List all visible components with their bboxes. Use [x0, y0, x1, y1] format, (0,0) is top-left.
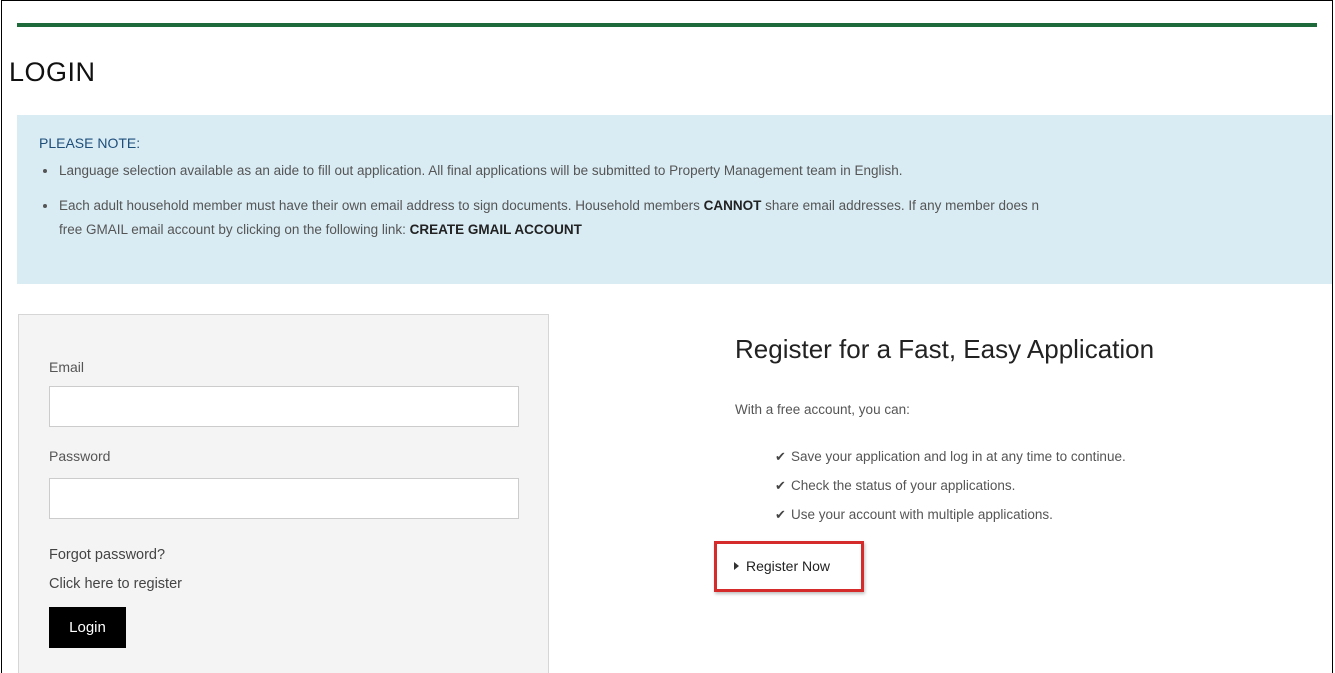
benefit-item: ✔ Save your application and log in at any… [775, 442, 1126, 471]
notice-item-text: Language selection available as an aide … [59, 163, 903, 178]
page-title: LOGIN [9, 57, 96, 87]
check-icon: ✔ [775, 478, 786, 493]
notice-item-email: Each adult household member must have th… [37, 194, 1039, 242]
notice-heading: PLEASE NOTE: [39, 135, 141, 151]
email-label: Email [49, 359, 85, 375]
register-heading: Register for a Fast, Easy Application [735, 334, 1155, 364]
forgot-password-link[interactable]: Forgot password? [49, 547, 165, 563]
password-label: Password [49, 448, 111, 464]
benefit-list: ✔ Save your application and log in at any… [775, 442, 1126, 529]
create-gmail-account-link[interactable]: CREATE GMAIL ACCOUNT [410, 222, 582, 237]
notice-item-language: Language selection available as an aide … [37, 159, 1039, 183]
register-intro: With a free account, you can: [735, 402, 910, 417]
benefit-item: ✔ Check the status of your applications. [775, 471, 1126, 500]
login-button[interactable]: Login [49, 607, 126, 648]
benefit-text: Check the status of your applications. [791, 478, 1016, 493]
page-frame: LOGIN PLEASE NOTE: Language selection av… [1, 0, 1333, 673]
notice-emphasis: CANNOT [703, 198, 762, 213]
benefit-text: Use your account with multiple applicati… [791, 507, 1053, 522]
register-now-button[interactable]: Register Now [734, 558, 830, 574]
login-panel: Email Password Forgot password? Click he… [18, 314, 549, 673]
notice-item-text: Each adult household member must have th… [59, 198, 704, 213]
register-now-label: Register Now [746, 558, 831, 574]
notice-list: Language selection available as an aide … [37, 159, 1039, 242]
notice-item-text: share email addresses. If any member doe… [761, 198, 1039, 213]
check-icon: ✔ [775, 449, 786, 464]
benefit-text: Save your application and log in at any … [791, 449, 1126, 464]
benefit-item: ✔ Use your account with multiple applicat… [775, 500, 1126, 529]
click-here-to-register-link[interactable]: Click here to register [49, 576, 182, 592]
password-input[interactable] [49, 478, 519, 519]
check-icon: ✔ [775, 507, 786, 522]
email-input[interactable] [49, 386, 519, 427]
notice-box: PLEASE NOTE: Language selection availabl… [17, 115, 1332, 284]
top-accent-bar [17, 23, 1317, 27]
register-now-highlight: Register Now [714, 541, 864, 592]
caret-right-icon [734, 562, 739, 570]
notice-item-text: free GMAIL email account by clicking on … [59, 222, 410, 237]
